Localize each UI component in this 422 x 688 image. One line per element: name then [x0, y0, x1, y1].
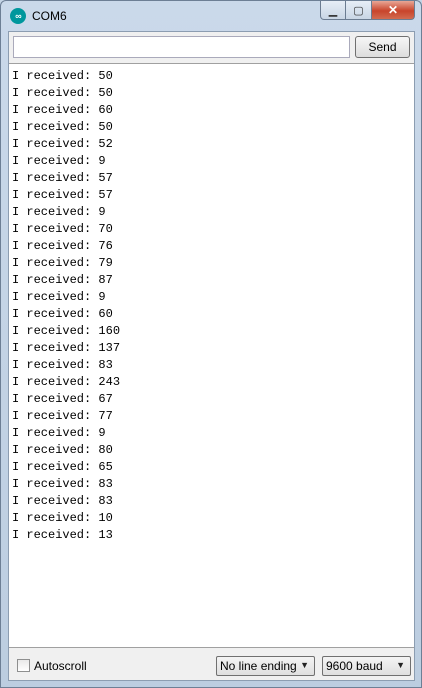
- window-title: COM6: [32, 9, 67, 23]
- close-icon: ✕: [387, 3, 399, 17]
- maximize-icon: ▢: [353, 4, 364, 17]
- output-line: I received: 70: [12, 222, 113, 236]
- output-line: I received: 76: [12, 239, 113, 253]
- output-line: I received: 60: [12, 307, 113, 321]
- send-input[interactable]: [13, 36, 350, 58]
- output-line: I received: 243: [12, 375, 121, 389]
- baud-rate-select[interactable]: 9600 baud ▼: [322, 656, 411, 676]
- output-line: I received: 137: [12, 341, 121, 355]
- output-line: I received: 80: [12, 443, 113, 457]
- output-line: I received: 9: [12, 205, 106, 219]
- output-line: I received: 79: [12, 256, 113, 270]
- close-button[interactable]: ✕: [372, 1, 415, 20]
- output-line: I received: 9: [12, 426, 106, 440]
- line-ending-select[interactable]: No line ending ▼: [216, 656, 315, 676]
- baud-rate-value: 9600 baud: [326, 659, 383, 673]
- caption-buttons: ▁ ▢ ✕: [320, 1, 415, 20]
- output-line: I received: 9: [12, 154, 106, 168]
- minimize-icon: ▁: [328, 4, 338, 17]
- output-line: I received: 67: [12, 392, 113, 406]
- output-line: I received: 50: [12, 69, 113, 83]
- output-line: I received: 65: [12, 460, 113, 474]
- output-line: I received: 83: [12, 358, 113, 372]
- autoscroll-label: Autoscroll: [34, 659, 87, 673]
- output-line: I received: 77: [12, 409, 113, 423]
- serial-output[interactable]: I received: 50 I received: 50 I received: …: [9, 63, 414, 648]
- client-area: Send I received: 50 I received: 50 I recei…: [8, 31, 415, 681]
- output-line: I received: 10: [12, 511, 113, 525]
- output-line: I received: 50: [12, 86, 113, 100]
- output-line: I received: 83: [12, 477, 113, 491]
- autoscroll-checkbox[interactable]: [17, 659, 30, 672]
- output-line: I received: 60: [12, 103, 113, 117]
- output-line: I received: 13: [12, 528, 113, 542]
- chevron-down-icon: ▼: [300, 660, 309, 670]
- serial-monitor-window: ∞ COM6 ▁ ▢ ✕ Send I received: 50 I receiv…: [0, 0, 422, 688]
- output-line: I received: 52: [12, 137, 113, 151]
- output-line: I received: 87: [12, 273, 113, 287]
- chevron-down-icon: ▼: [396, 660, 405, 670]
- minimize-button[interactable]: ▁: [320, 1, 346, 20]
- title-bar[interactable]: ∞ COM6 ▁ ▢ ✕: [1, 1, 421, 31]
- arduino-icon: ∞: [10, 8, 26, 24]
- send-button[interactable]: Send: [355, 36, 410, 58]
- output-line: I received: 50: [12, 120, 113, 134]
- maximize-button[interactable]: ▢: [346, 1, 372, 20]
- output-line: I received: 160: [12, 324, 121, 338]
- line-ending-value: No line ending: [220, 659, 297, 673]
- bottom-bar: Autoscroll No line ending ▼ 9600 baud ▼: [9, 651, 414, 679]
- output-line: I received: 9: [12, 290, 106, 304]
- output-line: I received: 83: [12, 494, 113, 508]
- output-line: I received: 57: [12, 188, 113, 202]
- output-line: I received: 57: [12, 171, 113, 185]
